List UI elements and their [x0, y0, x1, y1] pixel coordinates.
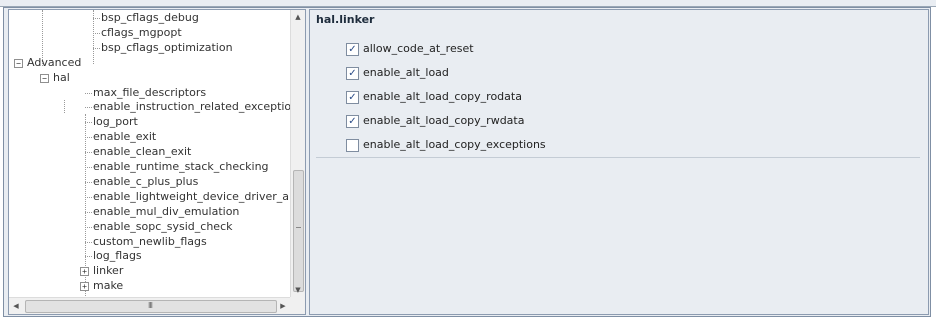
- checkbox[interactable]: ✓: [346, 43, 359, 56]
- scroll-left-arrow-icon[interactable]: ◀: [9, 298, 23, 314]
- tree-item-label: enable_lightweight_device_driver_api: [93, 190, 290, 203]
- tree-connector: [85, 212, 92, 213]
- tree-item[interactable]: enable_sopc_sysid_check: [93, 220, 233, 234]
- horizontal-scroll-grip: III: [147, 301, 153, 310]
- tree-connector: [85, 152, 92, 153]
- scroll-up-arrow-icon[interactable]: ▲: [291, 10, 305, 24]
- tree-item[interactable]: custom_newlib_flags: [93, 235, 207, 249]
- tree-item[interactable]: bsp_cflags_debug: [101, 11, 199, 25]
- option-label: allow_code_at_reset: [363, 42, 474, 55]
- tree-item-label: custom_newlib_flags: [93, 235, 207, 248]
- bsp-editor-frame: bsp_cflags_debug cflags_mgpopt bsp_cflags_…: [3, 7, 931, 317]
- vertical-scroll-thumb[interactable]: [293, 170, 304, 292]
- tree-item-label: make: [93, 279, 124, 292]
- tree-item[interactable]: log_port: [93, 115, 138, 129]
- expand-icon[interactable]: +: [80, 282, 89, 291]
- option-label: enable_alt_load_copy_exceptions: [363, 138, 546, 151]
- tree-item[interactable]: linker: [93, 264, 123, 278]
- tree-connector: [85, 107, 92, 108]
- tree-connector: [85, 227, 92, 228]
- window-top-strip: [0, 0, 936, 7]
- tree-item-label: cflags_mgpopt: [101, 26, 182, 39]
- grip-icon: [296, 227, 301, 228]
- tree-item-label: hal: [53, 71, 70, 84]
- option-label: enable_alt_load_copy_rwdata: [363, 114, 525, 127]
- tree-item-label: enable_instruction_related_exceptions: [93, 100, 290, 113]
- tree-item-label: linker: [93, 264, 124, 277]
- tree-item[interactable]: enable_clean_exit: [93, 145, 191, 159]
- tree-connector: [93, 18, 100, 19]
- scroll-right-arrow-icon[interactable]: ▶: [276, 298, 290, 314]
- checkbox[interactable]: ✓: [346, 115, 359, 128]
- scroll-down-arrow-icon[interactable]: ▼: [291, 283, 305, 297]
- tree-connector: [93, 48, 100, 49]
- tree-connector: [85, 182, 92, 183]
- tree-item-label: max_file_descriptors: [93, 86, 207, 99]
- tree-item[interactable]: enable_instruction_related_exceptions: [93, 100, 290, 114]
- tree-item[interactable]: make: [93, 279, 123, 293]
- tree-item-label: bsp_cflags_debug: [101, 11, 199, 24]
- tree-item[interactable]: enable_lightweight_device_driver_api: [93, 190, 290, 204]
- tree-item-label: enable_mul_div_emulation: [93, 205, 240, 218]
- checkbox[interactable]: ✓: [346, 67, 359, 80]
- tree-item-label: enable_exit: [93, 130, 157, 143]
- tree-item[interactable]: cflags_mgpopt: [101, 26, 182, 40]
- tree-item[interactable]: hal: [53, 71, 70, 85]
- tree-item[interactable]: bsp_cflags_optimization: [101, 41, 233, 55]
- tree-connector: [85, 93, 92, 94]
- tree-item[interactable]: max_file_descriptors: [93, 86, 206, 100]
- tree-item-label: log_flags: [93, 249, 142, 262]
- section-title: hal.linker: [316, 13, 375, 26]
- tree-connector: [85, 137, 92, 138]
- tree-connector: [64, 100, 65, 113]
- tree-item-label: enable_clean_exit: [93, 145, 192, 158]
- linker-settings-panel: hal.linker ✓ allow_code_at_reset ✓ enable_a…: [309, 9, 929, 315]
- tree-connector: [85, 167, 92, 168]
- tree-item-label: log_port: [93, 115, 138, 128]
- tree-item[interactable]: enable_mul_div_emulation: [93, 205, 239, 219]
- tree-connector: [93, 33, 100, 34]
- settings-tree: bsp_cflags_debug cflags_mgpopt bsp_cflags_…: [9, 10, 290, 297]
- collapse-icon[interactable]: −: [40, 74, 49, 83]
- tree-connector: [85, 242, 92, 243]
- tree-item[interactable]: enable_exit: [93, 130, 156, 144]
- tree-connector: [85, 122, 92, 123]
- option-label: enable_alt_load: [363, 66, 449, 79]
- tree-item[interactable]: enable_c_plus_plus: [93, 175, 198, 189]
- tree-item-label: enable_c_plus_plus: [93, 175, 199, 188]
- tree-item-label: bsp_cflags_optimization: [101, 41, 233, 54]
- tree-vertical-scrollbar[interactable]: ▲ ▼: [290, 10, 305, 297]
- tree-item-label: enable_runtime_stack_checking: [93, 160, 269, 173]
- tree-connector: [85, 197, 92, 198]
- collapse-icon[interactable]: −: [14, 59, 23, 68]
- tree-item[interactable]: log_flags: [93, 249, 142, 263]
- option-label: enable_alt_load_copy_rodata: [363, 90, 522, 103]
- tree-connector: [85, 256, 92, 257]
- tree-item[interactable]: Advanced: [27, 56, 81, 70]
- scrollbar-corner: [290, 297, 305, 314]
- tree-item[interactable]: enable_runtime_stack_checking: [93, 160, 269, 174]
- tree-item-label: Advanced: [27, 56, 82, 69]
- checkbox[interactable]: [346, 139, 359, 152]
- tree-horizontal-scrollbar[interactable]: ◀ III ▶: [9, 297, 290, 314]
- horizontal-scroll-thumb[interactable]: III: [25, 300, 277, 313]
- tree-item-label: enable_sopc_sysid_check: [93, 220, 233, 233]
- expand-icon[interactable]: +: [80, 267, 89, 276]
- settings-tree-panel: bsp_cflags_debug cflags_mgpopt bsp_cflags_…: [8, 9, 306, 315]
- checkbox[interactable]: ✓: [346, 91, 359, 104]
